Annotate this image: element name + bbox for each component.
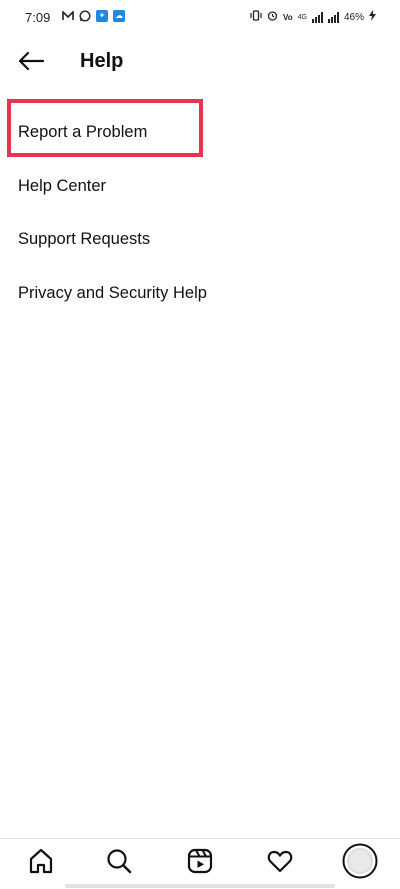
vibrate-icon <box>250 10 262 24</box>
mail-icon <box>62 10 74 22</box>
nav-profile-button[interactable] <box>342 843 378 884</box>
alarm-icon <box>267 10 278 24</box>
search-icon <box>105 847 133 880</box>
bottom-nav <box>0 838 400 889</box>
menu-item-help-center[interactable]: Help Center <box>0 160 400 214</box>
nav-search-button[interactable] <box>103 847 135 879</box>
profile-avatar <box>342 843 378 884</box>
header: Help <box>0 36 400 92</box>
page-title: Help <box>80 50 124 72</box>
status-time: 7:09 <box>25 10 51 25</box>
status-notification-icons: ✦ ☁ <box>62 10 125 22</box>
menu-item-report-a-problem[interactable]: Report a Problem <box>0 106 400 160</box>
nav-activity-button[interactable] <box>264 847 296 879</box>
battery-percent: 46% <box>343 11 364 23</box>
status-bar: 7:09 ✦ ☁ Vo 4G 46% <box>0 0 400 36</box>
charging-icon <box>369 10 376 24</box>
messenger-icon: ✦ <box>96 10 108 22</box>
help-menu: Report a Problem Help Center Support Req… <box>0 106 400 320</box>
home-icon <box>27 847 55 880</box>
heart-icon <box>266 847 294 880</box>
nav-home-button[interactable] <box>25 847 57 879</box>
cloud-icon: ☁ <box>113 10 125 22</box>
reels-icon <box>186 847 214 880</box>
whatsapp-icon <box>79 10 91 22</box>
menu-item-privacy-security-help[interactable]: Privacy and Security Help <box>0 267 400 321</box>
home-indicator <box>65 884 335 888</box>
back-arrow-icon <box>17 51 45 76</box>
volte-icon: Vo <box>283 12 293 22</box>
back-button[interactable] <box>14 48 48 78</box>
network-type-label: 4G <box>297 13 307 21</box>
status-system-icons: Vo 4G 46% <box>250 10 376 24</box>
signal-icon <box>311 11 323 23</box>
signal-icon <box>327 11 339 23</box>
nav-reels-button[interactable] <box>184 847 216 879</box>
menu-item-support-requests[interactable]: Support Requests <box>0 213 400 267</box>
